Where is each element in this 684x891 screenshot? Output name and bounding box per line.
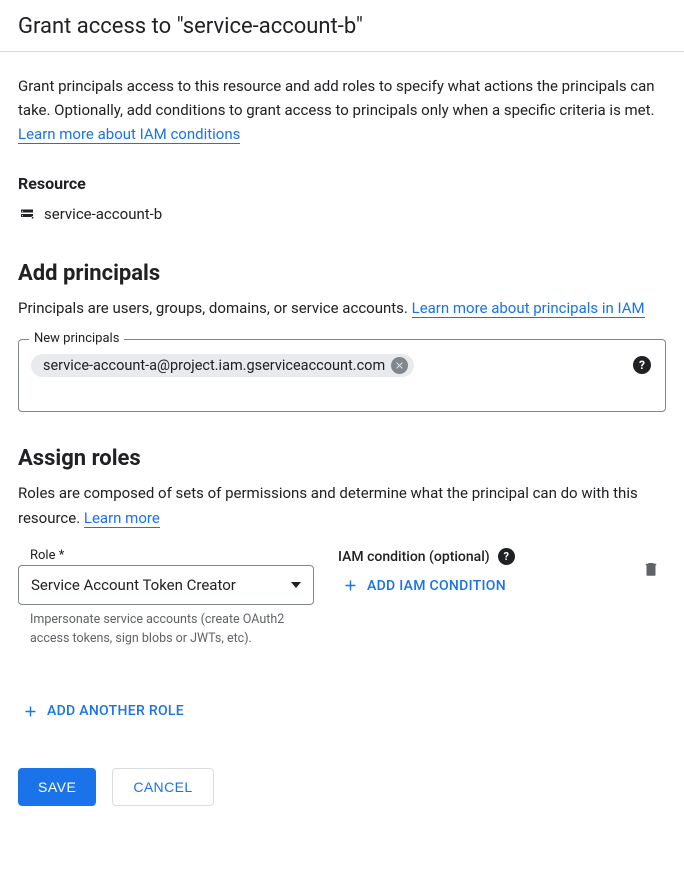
- dialog-content: Grant principals access to this resource…: [0, 52, 684, 828]
- resource-heading: Resource: [18, 174, 666, 193]
- principals-desc-text: Principals are users, groups, domains, o…: [18, 299, 412, 317]
- principals-description: Principals are users, groups, domains, o…: [18, 296, 666, 321]
- footer-actions: SAVE CANCEL: [18, 768, 666, 806]
- role-assignment-row: Role * Service Account Token Creator Imp…: [18, 548, 666, 649]
- roles-heading: Assign roles: [18, 446, 666, 471]
- new-principals-label: New principals: [29, 331, 124, 346]
- principal-chip: service-account-a@project.iam.gserviceac…: [31, 354, 414, 377]
- role-select-column: Role * Service Account Token Creator Imp…: [18, 548, 314, 649]
- new-principals-input[interactable]: New principals service-account-a@project…: [18, 339, 666, 412]
- role-helper-text: Impersonate service accounts (create OAu…: [18, 605, 314, 649]
- remove-chip-button[interactable]: [391, 357, 408, 374]
- plus-icon: [342, 577, 359, 594]
- dialog-title: Grant access to "service-account-b": [18, 14, 666, 39]
- save-button[interactable]: SAVE: [18, 768, 96, 806]
- condition-help-button[interactable]: ?: [498, 548, 515, 565]
- add-iam-condition-button[interactable]: ADD IAM CONDITION: [338, 571, 510, 600]
- role-selected-value: Service Account Token Creator: [31, 576, 236, 594]
- role-field-label: Role *: [18, 548, 314, 563]
- resource-section: Resource service-account-b: [18, 174, 666, 223]
- close-icon: [394, 360, 405, 371]
- condition-label-row: IAM condition (optional) ?: [338, 548, 618, 565]
- principal-chip-text: service-account-a@project.iam.gserviceac…: [43, 357, 385, 374]
- resource-name: service-account-b: [44, 205, 162, 223]
- principals-help-button[interactable]: ?: [633, 356, 651, 374]
- learn-more-roles-link[interactable]: Learn more: [84, 509, 160, 528]
- intro-paragraph: Grant principals access to this resource…: [18, 74, 666, 146]
- condition-column: IAM condition (optional) ? ADD IAM CONDI…: [338, 548, 618, 600]
- principals-heading: Add principals: [18, 261, 666, 286]
- service-account-icon: [18, 205, 36, 223]
- learn-more-principals-link[interactable]: Learn more about principals in IAM: [412, 299, 645, 318]
- chevron-down-icon: [291, 582, 301, 588]
- roles-description: Roles are composed of sets of permission…: [18, 481, 666, 531]
- delete-column: [642, 548, 666, 582]
- add-condition-label: ADD IAM CONDITION: [367, 578, 506, 594]
- trash-icon: [642, 560, 660, 578]
- role-select-dropdown[interactable]: Service Account Token Creator: [18, 565, 314, 605]
- condition-label: IAM condition (optional): [338, 549, 490, 565]
- roles-section: Assign roles Roles are composed of sets …: [18, 446, 666, 726]
- cancel-button[interactable]: CANCEL: [112, 768, 213, 806]
- add-another-role-button[interactable]: ADD ANOTHER ROLE: [18, 697, 188, 726]
- intro-text: Grant principals access to this resource…: [18, 77, 655, 119]
- resource-row: service-account-b: [18, 205, 666, 223]
- dialog-header: Grant access to "service-account-b": [0, 0, 684, 52]
- principals-section: Add principals Principals are users, gro…: [18, 261, 666, 412]
- learn-more-conditions-link[interactable]: Learn more about IAM conditions: [18, 125, 240, 144]
- add-another-role-label: ADD ANOTHER ROLE: [47, 703, 184, 719]
- plus-icon: [22, 703, 39, 720]
- delete-role-button[interactable]: [642, 560, 660, 582]
